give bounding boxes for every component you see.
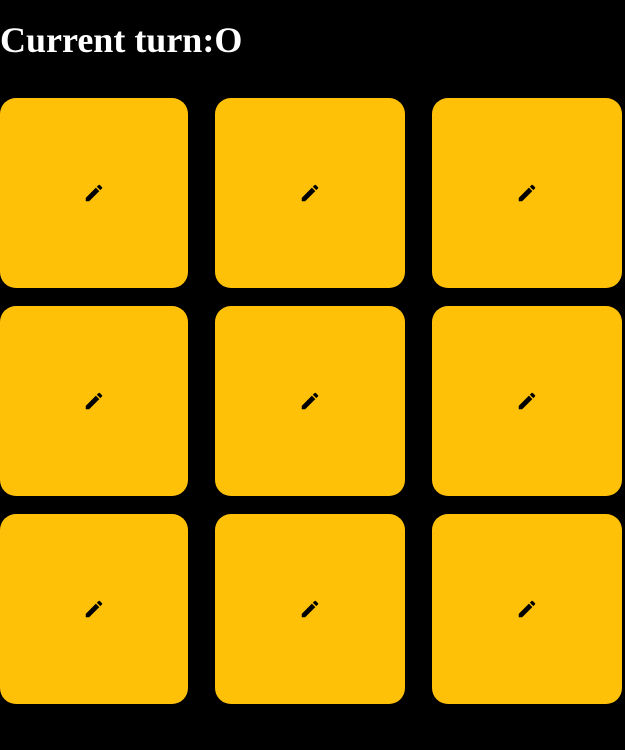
board-cell-r1c3[interactable] [432, 98, 622, 288]
current-turn-label: Current turn: [0, 20, 215, 60]
pencil-icon [301, 600, 319, 618]
pencil-icon [85, 184, 103, 202]
board-cell-r2c2[interactable] [215, 306, 405, 496]
board-cell-r3c2[interactable] [215, 514, 405, 704]
game-board [0, 98, 622, 704]
pencil-icon [301, 392, 319, 410]
pencil-icon [301, 184, 319, 202]
pencil-icon [85, 392, 103, 410]
board-cell-r1c1[interactable] [0, 98, 188, 288]
pencil-icon [518, 600, 536, 618]
pencil-icon [85, 600, 103, 618]
board-cell-r2c1[interactable] [0, 306, 188, 496]
pencil-icon [518, 184, 536, 202]
board-cell-r1c2[interactable] [215, 98, 405, 288]
board-cell-r3c1[interactable] [0, 514, 188, 704]
current-turn-player: O [214, 20, 243, 60]
board-cell-r2c3[interactable] [432, 306, 622, 496]
current-turn-status: Current turn:O [0, 18, 242, 62]
pencil-icon [518, 392, 536, 410]
board-cell-r3c3[interactable] [432, 514, 622, 704]
